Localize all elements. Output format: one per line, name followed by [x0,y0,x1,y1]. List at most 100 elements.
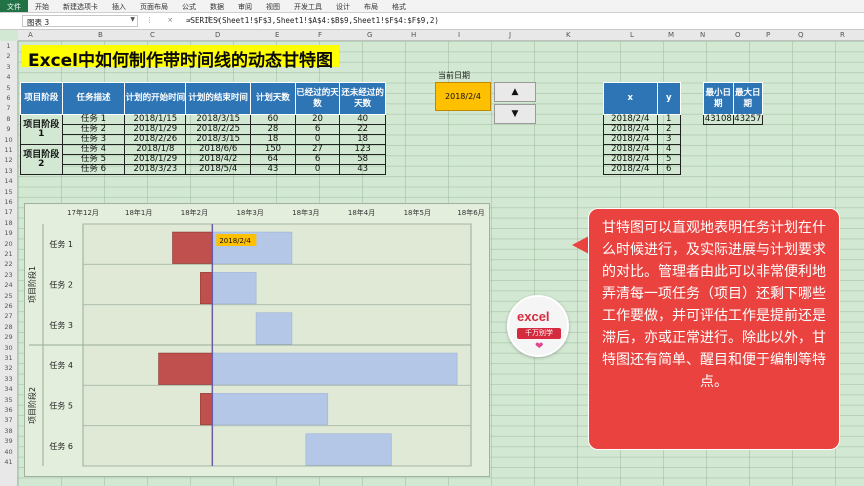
row-header[interactable]: 6 [0,94,17,102]
table-cell[interactable]: 22 [339,124,386,135]
max-date-header[interactable]: 最大日期 [732,82,763,115]
table-cell[interactable]: 任务 1 [61,114,126,125]
min-date-header[interactable]: 最小日期 [703,82,734,115]
row-header[interactable]: 37 [0,416,17,424]
row-header[interactable]: 35 [0,396,17,404]
date-spinner[interactable]: ▲ ▼ [494,82,536,124]
name-box[interactable]: 图表 3 ▼ [22,15,138,27]
row-header[interactable]: 21 [0,250,17,258]
column-header[interactable]: E [275,31,279,39]
row-header[interactable]: 5 [0,84,17,92]
xy-cell[interactable]: 2018/2/4 [603,164,658,175]
xy-cell[interactable]: 2 [656,124,682,135]
xy-cell[interactable]: 2018/2/4 [603,124,658,135]
current-date-cell[interactable]: 2018/2/4 [435,82,491,111]
row-header[interactable]: 19 [0,229,17,237]
row-header[interactable]: 16 [0,198,17,206]
row-header[interactable]: 32 [0,364,17,372]
row-header[interactable]: 24 [0,281,17,289]
ribbon-tab[interactable]: 开始 [28,0,56,12]
table-cell[interactable]: 6 [294,124,341,135]
column-header[interactable]: A [28,31,33,39]
table-cell[interactable]: 123 [339,144,386,155]
row-header[interactable]: 15 [0,188,17,196]
row-header[interactable]: 28 [0,323,17,331]
table-cell[interactable]: 2018/3/15 [185,114,252,125]
spinner-down-button[interactable]: ▼ [494,104,536,124]
table-cell[interactable]: 27 [294,144,341,155]
table-cell[interactable]: 2018/6/6 [185,144,252,155]
column-header[interactable]: L [630,31,634,39]
column-header[interactable]: C [150,31,155,39]
column-header[interactable]: K [566,31,571,39]
column-header[interactable]: G [367,31,372,39]
row-header[interactable]: 30 [0,344,17,352]
table-cell[interactable]: 20 [294,114,341,125]
col-header-days[interactable]: 计划天数 [250,82,296,115]
table-cell[interactable]: 18 [339,134,386,145]
formula-input[interactable]: =SERIES(Sheet1!$F$3,Sheet1!$A$4:$B$9,She… [186,16,439,25]
col-header-task[interactable]: 任务描述 [61,82,126,115]
row-header[interactable]: 41 [0,458,17,466]
column-header[interactable]: O [735,31,741,39]
table-cell[interactable]: 2018/2/25 [185,124,252,135]
table-cell[interactable]: 任务 4 [61,144,126,155]
column-header[interactable]: D [215,31,220,39]
row-header[interactable]: 18 [0,219,17,227]
row-header[interactable]: 23 [0,271,17,279]
column-header[interactable]: B [98,31,103,39]
ribbon-tab[interactable]: 文件 [0,0,28,12]
row-header[interactable]: 17 [0,208,17,216]
gantt-chart[interactable]: 17年12月 18年1月 18年2月 18年3月 18年3月 18年4月 18年5月 18年6… [24,203,490,477]
xy-cell[interactable]: 2018/2/4 [603,134,658,145]
table-cell[interactable]: 40 [339,114,386,125]
col-header-start[interactable]: 计划的开始时间 [124,82,187,115]
row-header[interactable]: 40 [0,448,17,456]
table-cell[interactable]: 2018/1/8 [124,144,187,155]
phase-cell[interactable]: 项目阶段2 [20,144,63,175]
row-header[interactable]: 8 [0,115,17,123]
row-header[interactable]: 10 [0,136,17,144]
table-cell[interactable]: 58 [339,154,386,165]
row-header[interactable]: 36 [0,406,17,414]
row-header[interactable]: 1 [0,42,17,50]
table-cell[interactable]: 2018/1/15 [124,114,187,125]
xy-header-y[interactable]: y [656,82,682,115]
phase-cell[interactable]: 项目阶段1 [20,114,63,145]
col-header-end[interactable]: 计划的结束时间 [185,82,252,115]
column-header[interactable]: I [458,31,460,39]
table-cell[interactable]: 18 [250,134,296,145]
xy-cell[interactable]: 3 [656,134,682,145]
max-date-value[interactable]: 43257 [732,114,763,125]
row-header[interactable]: 4 [0,73,17,81]
xy-cell[interactable]: 6 [656,164,682,175]
row-header[interactable]: 14 [0,177,17,185]
xy-cell[interactable]: 5 [656,154,682,165]
min-date-value[interactable]: 43108 [703,114,734,125]
column-header[interactable]: J [509,31,511,39]
column-header[interactable]: Q [798,31,804,39]
row-header[interactable]: 2 [0,52,17,60]
col-header-remaining[interactable]: 还未经过的天数 [339,82,386,115]
column-header[interactable]: M [668,31,674,39]
table-cell[interactable]: 60 [250,114,296,125]
row-header[interactable]: 12 [0,156,17,164]
xy-cell[interactable]: 4 [656,144,682,155]
row-header[interactable]: 20 [0,240,17,248]
row-header[interactable]: 27 [0,312,17,320]
row-header[interactable]: 22 [0,260,17,268]
row-header[interactable]: 13 [0,167,17,175]
table-cell[interactable]: 0 [294,164,341,175]
table-cell[interactable]: 43 [339,164,386,175]
row-header[interactable]: 39 [0,437,17,445]
row-header[interactable]: 29 [0,333,17,341]
table-cell[interactable]: 2018/3/15 [185,134,252,145]
ribbon-tab[interactable]: 新建选项卡 [56,0,105,12]
row-header[interactable]: 34 [0,385,17,393]
ribbon-tab[interactable]: 开发工具 [287,0,329,12]
table-cell[interactable]: 2018/1/29 [124,124,187,135]
row-header[interactable]: 33 [0,375,17,383]
row-header[interactable]: 25 [0,292,17,300]
chevron-down-icon[interactable]: ▼ [130,16,135,23]
ribbon-tab[interactable]: 数据 [203,0,231,12]
